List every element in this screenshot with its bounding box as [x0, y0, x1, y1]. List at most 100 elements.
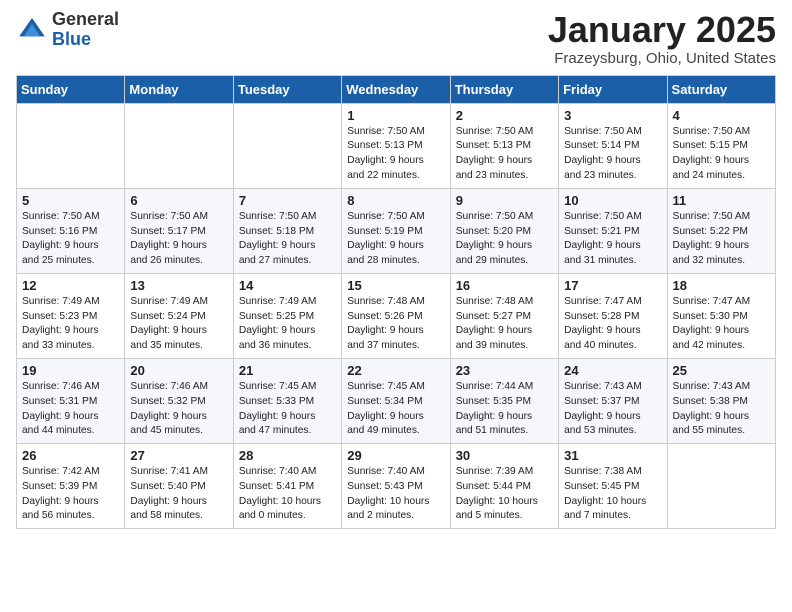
day-number: 14 [239, 278, 336, 293]
day-number: 21 [239, 363, 336, 378]
day-number: 16 [456, 278, 553, 293]
day-info: Sunrise: 7:50 AM Sunset: 5:17 PM Dayligh… [130, 210, 227, 269]
day-number: 4 [673, 108, 770, 123]
day-header-friday: Friday [559, 75, 667, 103]
day-header-sunday: Sunday [17, 75, 125, 103]
calendar-table: SundayMondayTuesdayWednesdayThursdayFrid… [16, 75, 776, 530]
day-info: Sunrise: 7:50 AM Sunset: 5:13 PM Dayligh… [456, 125, 553, 184]
day-number: 10 [564, 193, 661, 208]
day-info: Sunrise: 7:50 AM Sunset: 5:22 PM Dayligh… [673, 210, 770, 269]
calendar-cell: 14 Sunrise: 7:49 AM Sunset: 5:25 PM Dayli… [233, 273, 341, 358]
page: General Blue January 2025 Frazeysburg, O… [0, 0, 792, 545]
calendar-week-row: 19Sunrise: 7:46 AM Sunset: 5:31 PM Dayli… [17, 358, 776, 443]
calendar-cell: 16 Sunrise: 7:48 AM Sunset: 5:27 PM Dayli… [450, 273, 558, 358]
calendar-cell: 21Sunrise: 7:45 AM Sunset: 5:33 PM Dayli… [233, 358, 341, 443]
title-block: January 2025 Frazeysburg, Ohio, United S… [548, 10, 776, 67]
day-number: 2 [456, 108, 553, 123]
day-number: 29 [347, 448, 444, 463]
logo-general: General [52, 9, 119, 29]
calendar-cell: 8Sunrise: 7:50 AM Sunset: 5:19 PM Daylig… [342, 188, 450, 273]
day-info: Sunrise: 7:49 AM Sunset: 5:25 PM Dayligh… [239, 295, 336, 354]
day-info: Sunrise: 7:50 AM Sunset: 5:16 PM Dayligh… [22, 210, 119, 269]
calendar-cell: 20 Sunrise: 7:46 AM Sunset: 5:32 PM Dayli… [125, 358, 233, 443]
day-header-wednesday: Wednesday [342, 75, 450, 103]
day-info: Sunrise: 7:44 AM Sunset: 5:35 PM Dayligh… [456, 380, 553, 439]
calendar-cell [667, 444, 775, 529]
day-number: 18 [673, 278, 770, 293]
day-info: Sunrise: 7:48 AM Sunset: 5:26 PM Dayligh… [347, 295, 444, 354]
day-info: Sunrise: 7:40 AM Sunset: 5:41 PM Dayligh… [239, 465, 336, 524]
calendar-cell: 17Sunrise: 7:47 AM Sunset: 5:28 PM Dayli… [559, 273, 667, 358]
day-info: Sunrise: 7:43 AM Sunset: 5:37 PM Dayligh… [564, 380, 661, 439]
calendar-cell: 9 Sunrise: 7:50 AM Sunset: 5:20 PM Daylig… [450, 188, 558, 273]
day-info: Sunrise: 7:46 AM Sunset: 5:32 PM Dayligh… [130, 380, 227, 439]
day-number: 28 [239, 448, 336, 463]
logo-icon [16, 14, 48, 46]
calendar-cell: 18Sunrise: 7:47 AM Sunset: 5:30 PM Dayli… [667, 273, 775, 358]
logo-text: General Blue [52, 10, 119, 50]
day-info: Sunrise: 7:38 AM Sunset: 5:45 PM Dayligh… [564, 465, 661, 524]
calendar-cell: 4 Sunrise: 7:50 AM Sunset: 5:15 PM Daylig… [667, 103, 775, 188]
day-info: Sunrise: 7:47 AM Sunset: 5:28 PM Dayligh… [564, 295, 661, 354]
day-info: Sunrise: 7:48 AM Sunset: 5:27 PM Dayligh… [456, 295, 553, 354]
calendar-week-row: 12 Sunrise: 7:49 AM Sunset: 5:23 PM Dayli… [17, 273, 776, 358]
calendar-header-row: SundayMondayTuesdayWednesdayThursdayFrid… [17, 75, 776, 103]
calendar-cell: 31 Sunrise: 7:38 AM Sunset: 5:45 PM Dayli… [559, 444, 667, 529]
day-number: 26 [22, 448, 119, 463]
calendar-cell: 7 Sunrise: 7:50 AM Sunset: 5:18 PM Daylig… [233, 188, 341, 273]
day-number: 31 [564, 448, 661, 463]
day-info: Sunrise: 7:45 AM Sunset: 5:34 PM Dayligh… [347, 380, 444, 439]
day-info: Sunrise: 7:50 AM Sunset: 5:18 PM Dayligh… [239, 210, 336, 269]
day-number: 19 [22, 363, 119, 378]
calendar-week-row: 26Sunrise: 7:42 AM Sunset: 5:39 PM Dayli… [17, 444, 776, 529]
day-number: 25 [673, 363, 770, 378]
calendar-cell: 1Sunrise: 7:50 AM Sunset: 5:13 PM Daylig… [342, 103, 450, 188]
calendar-cell: 2 Sunrise: 7:50 AM Sunset: 5:13 PM Daylig… [450, 103, 558, 188]
calendar-cell: 10 Sunrise: 7:50 AM Sunset: 5:21 PM Dayli… [559, 188, 667, 273]
day-info: Sunrise: 7:50 AM Sunset: 5:13 PM Dayligh… [347, 125, 444, 184]
day-number: 12 [22, 278, 119, 293]
day-info: Sunrise: 7:41 AM Sunset: 5:40 PM Dayligh… [130, 465, 227, 524]
logo: General Blue [16, 10, 119, 50]
calendar-week-row: 5 Sunrise: 7:50 AM Sunset: 5:16 PM Daylig… [17, 188, 776, 273]
day-number: 11 [673, 193, 770, 208]
calendar-week-row: 1Sunrise: 7:50 AM Sunset: 5:13 PM Daylig… [17, 103, 776, 188]
day-number: 23 [456, 363, 553, 378]
day-info: Sunrise: 7:49 AM Sunset: 5:24 PM Dayligh… [130, 295, 227, 354]
day-info: Sunrise: 7:43 AM Sunset: 5:38 PM Dayligh… [673, 380, 770, 439]
day-number: 22 [347, 363, 444, 378]
calendar-cell: 30Sunrise: 7:39 AM Sunset: 5:44 PM Dayli… [450, 444, 558, 529]
day-info: Sunrise: 7:50 AM Sunset: 5:20 PM Dayligh… [456, 210, 553, 269]
logo-blue: Blue [52, 29, 91, 49]
day-number: 15 [347, 278, 444, 293]
day-header-saturday: Saturday [667, 75, 775, 103]
calendar-cell [233, 103, 341, 188]
day-number: 13 [130, 278, 227, 293]
calendar-cell: 28 Sunrise: 7:40 AM Sunset: 5:41 PM Dayli… [233, 444, 341, 529]
day-header-monday: Monday [125, 75, 233, 103]
location-subtitle: Frazeysburg, Ohio, United States [548, 50, 776, 67]
month-title: January 2025 [548, 10, 776, 50]
day-number: 24 [564, 363, 661, 378]
calendar-cell: 6Sunrise: 7:50 AM Sunset: 5:17 PM Daylig… [125, 188, 233, 273]
day-info: Sunrise: 7:50 AM Sunset: 5:15 PM Dayligh… [673, 125, 770, 184]
calendar-cell: 3Sunrise: 7:50 AM Sunset: 5:14 PM Daylig… [559, 103, 667, 188]
calendar-cell: 5 Sunrise: 7:50 AM Sunset: 5:16 PM Daylig… [17, 188, 125, 273]
calendar-cell: 27Sunrise: 7:41 AM Sunset: 5:40 PM Dayli… [125, 444, 233, 529]
day-info: Sunrise: 7:40 AM Sunset: 5:43 PM Dayligh… [347, 465, 444, 524]
calendar-cell: 12 Sunrise: 7:49 AM Sunset: 5:23 PM Dayli… [17, 273, 125, 358]
calendar-cell: 23 Sunrise: 7:44 AM Sunset: 5:35 PM Dayli… [450, 358, 558, 443]
calendar-cell [17, 103, 125, 188]
day-info: Sunrise: 7:50 AM Sunset: 5:19 PM Dayligh… [347, 210, 444, 269]
day-info: Sunrise: 7:50 AM Sunset: 5:21 PM Dayligh… [564, 210, 661, 269]
calendar-cell: 15 Sunrise: 7:48 AM Sunset: 5:26 PM Dayli… [342, 273, 450, 358]
header: General Blue January 2025 Frazeysburg, O… [16, 10, 776, 67]
day-number: 7 [239, 193, 336, 208]
day-header-tuesday: Tuesday [233, 75, 341, 103]
day-number: 20 [130, 363, 227, 378]
calendar-cell: 11 Sunrise: 7:50 AM Sunset: 5:22 PM Dayli… [667, 188, 775, 273]
day-number: 3 [564, 108, 661, 123]
day-number: 5 [22, 193, 119, 208]
day-number: 9 [456, 193, 553, 208]
day-info: Sunrise: 7:49 AM Sunset: 5:23 PM Dayligh… [22, 295, 119, 354]
